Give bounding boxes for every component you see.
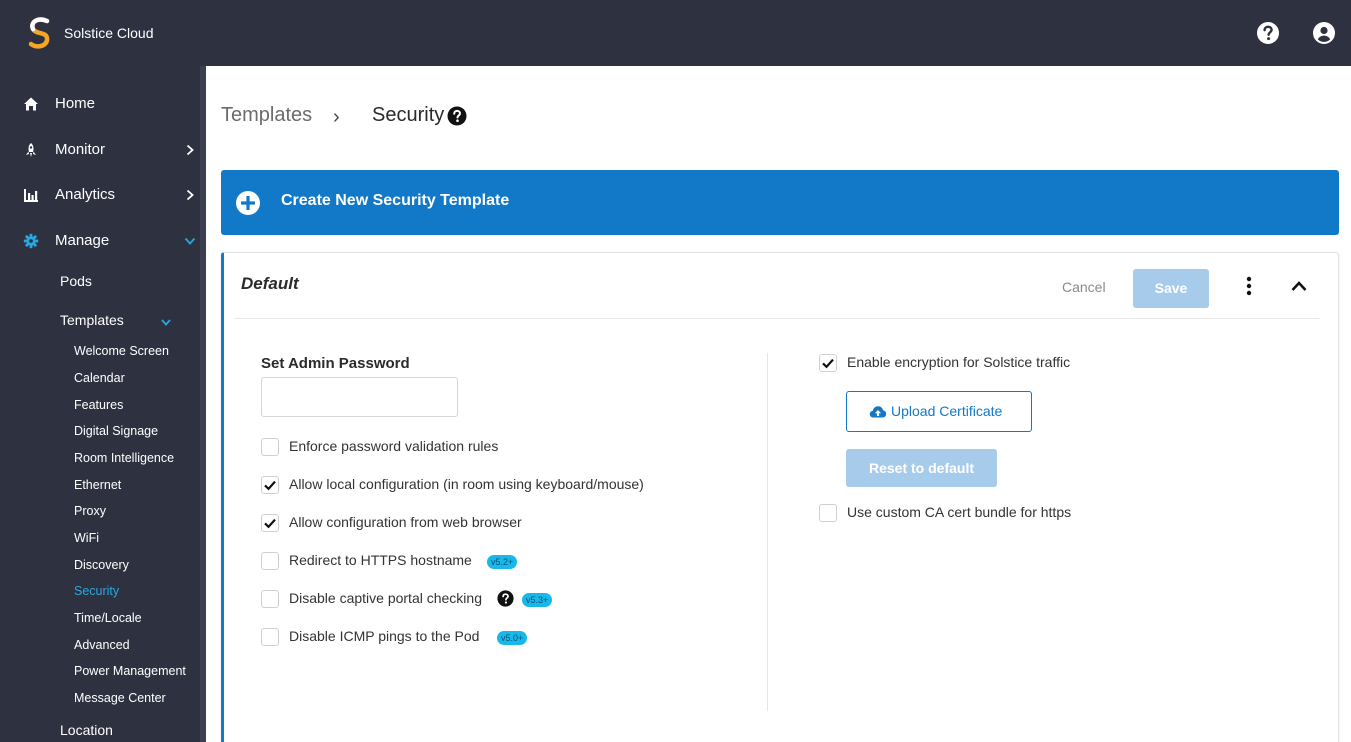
chevron-right-icon (186, 189, 194, 201)
checkmark-icon (264, 518, 276, 529)
help-icon[interactable] (497, 590, 514, 607)
help-icon[interactable] (447, 106, 467, 126)
chevron-down-icon (184, 237, 196, 245)
page-title: Security (372, 104, 445, 126)
checkbox-label: Redirect to HTTPS hostname (289, 552, 472, 568)
top-bar: Solstice Cloud (0, 0, 1351, 66)
sidebar-item-manage[interactable]: Manage (0, 227, 206, 257)
help-icon[interactable] (1256, 21, 1280, 45)
checkmark-icon (264, 480, 276, 491)
sidebar-item-features[interactable]: Features (74, 398, 123, 412)
enforce-validation-option: Enforce password validation rules (261, 437, 561, 459)
template-name: Default (241, 274, 299, 293)
upload-certificate-button[interactable]: Upload Certificate (846, 391, 1032, 432)
sidebar-item-room-intelligence[interactable]: Room Intelligence (74, 451, 174, 465)
checkbox-label: Allow local configuration (in room using… (289, 476, 644, 492)
plus-circle-icon (236, 191, 260, 215)
https-redirect-option: Redirect to HTTPS hostname v5.2+ (261, 551, 561, 573)
captive-portal-checkbox[interactable] (261, 590, 279, 608)
version-badge: v5.0+ (497, 631, 528, 645)
custom-ca-option: Use custom CA cert bundle for https (819, 503, 1139, 525)
user-icon[interactable] (1312, 21, 1336, 45)
sidebar: Home Monitor Analytics Manage Pods Templ… (0, 66, 206, 742)
chevron-right-icon (186, 144, 194, 156)
admin-password-label: Set Admin Password (261, 355, 410, 372)
captive-portal-option: Disable captive portal checking v5.3+ (261, 589, 581, 611)
template-card: Default Cancel Save Set Admin Password E… (221, 252, 1339, 742)
admin-password-input[interactable] (261, 377, 458, 417)
upload-certificate-label: Upload Certificate (891, 403, 1003, 419)
save-button[interactable]: Save (1133, 269, 1209, 308)
sidebar-item-message-center[interactable]: Message Center (74, 691, 166, 705)
solstice-logo-icon[interactable] (26, 16, 54, 50)
kebab-menu-icon[interactable] (1242, 275, 1256, 297)
sidebar-item-ethernet[interactable]: Ethernet (74, 478, 121, 492)
version-badge: v5.3+ (522, 593, 553, 607)
cancel-button[interactable]: Cancel (1062, 279, 1106, 295)
sidebar-item-proxy[interactable]: Proxy (74, 504, 106, 518)
checkmark-icon (822, 358, 834, 369)
checkbox-label: Use custom CA cert bundle for https (847, 504, 1072, 520)
gear-icon (23, 233, 39, 249)
sidebar-item-advanced[interactable]: Advanced (74, 638, 130, 652)
sidebar-item-pods[interactable]: Pods (60, 273, 92, 289)
sidebar-item-label: Templates (60, 312, 124, 328)
sidebar-item-label: Home (55, 95, 96, 112)
checkbox-label: Allow configuration from web browser (289, 514, 522, 530)
sidebar-item-label: Analytics (55, 186, 116, 203)
icmp-option: Disable ICMP pings to the Pod v5.0+ (261, 627, 561, 649)
sidebar-item-templates[interactable]: Templates (60, 312, 180, 328)
checkbox-label: Disable captive portal checking (289, 590, 482, 606)
sidebar-item-security[interactable]: Security (74, 584, 119, 598)
bar-chart-icon (24, 189, 38, 202)
web-config-option: Allow configuration from web browser (261, 513, 581, 535)
create-template-button[interactable]: Create New Security Template (221, 170, 1339, 235)
breadcrumb-templates-link[interactable]: Templates (221, 104, 312, 127)
local-config-option: Allow local configuration (in room using… (261, 475, 701, 497)
version-badge: v5.2+ (487, 555, 518, 569)
encryption-option: Enable encryption for Solstice traffic (819, 353, 1139, 375)
reset-to-default-button[interactable]: Reset to default (846, 449, 997, 487)
chevron-up-icon[interactable] (1290, 277, 1308, 295)
sidebar-item-analytics[interactable]: Analytics (0, 181, 206, 211)
chevron-down-icon (161, 319, 171, 326)
sidebar-item-power-management[interactable]: Power Management (74, 664, 186, 678)
create-template-label: Create New Security Template (281, 192, 510, 209)
sidebar-item-home[interactable]: Home (0, 90, 206, 120)
app-title: Solstice Cloud (64, 25, 154, 41)
enforce-validation-checkbox[interactable] (261, 438, 279, 456)
checkbox-label: Enforce password validation rules (289, 438, 499, 454)
checkbox-label: Disable ICMP pings to the Pod (289, 628, 480, 644)
sidebar-item-calendar[interactable]: Calendar (74, 371, 125, 385)
encryption-checkbox[interactable] (819, 354, 837, 372)
cloud-upload-icon (869, 406, 887, 418)
sidebar-item-label: Monitor (55, 141, 106, 158)
sidebar-item-monitor[interactable]: Monitor (0, 136, 206, 166)
checkbox-label: Enable encryption for Solstice traffic (847, 354, 1071, 370)
sidebar-item-discovery[interactable]: Discovery (74, 558, 129, 572)
local-config-checkbox[interactable] (261, 476, 279, 494)
icmp-checkbox[interactable] (261, 628, 279, 646)
sidebar-item-wifi[interactable]: WiFi (74, 531, 99, 545)
sidebar-scrollbar[interactable] (200, 66, 206, 742)
sidebar-item-time-locale[interactable]: Time/Locale (74, 611, 142, 625)
sidebar-item-label: Location (60, 722, 113, 738)
breadcrumb-separator: › (333, 106, 340, 128)
https-redirect-checkbox[interactable] (261, 552, 279, 570)
sidebar-item-label: Pods (60, 273, 92, 289)
sidebar-item-digital-signage[interactable]: Digital Signage (74, 424, 158, 438)
home-icon (24, 97, 38, 111)
rocket-icon (26, 143, 36, 157)
sidebar-item-location[interactable]: Location (60, 722, 113, 738)
custom-ca-checkbox[interactable] (819, 504, 837, 522)
divider (767, 353, 768, 711)
sidebar-item-label: Manage (55, 232, 110, 249)
divider (235, 318, 1319, 319)
web-config-checkbox[interactable] (261, 514, 279, 532)
sidebar-item-welcome-screen[interactable]: Welcome Screen (74, 344, 169, 358)
